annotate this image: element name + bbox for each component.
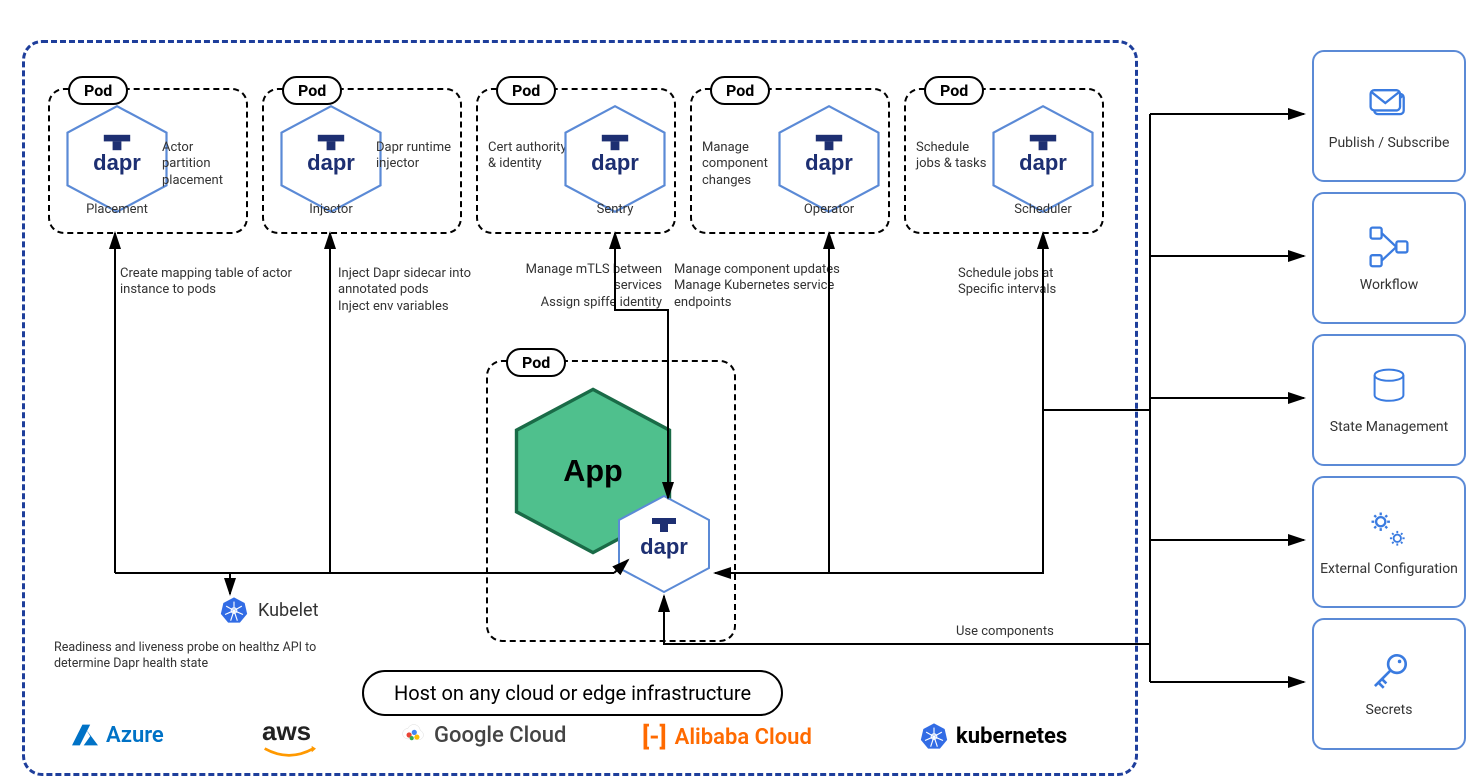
- svg-text:App: App: [563, 454, 622, 488]
- svc-pubsub: Publish / Subscribe: [1312, 50, 1466, 182]
- svg-text:dapr: dapr: [640, 534, 688, 559]
- svc-label: Secrets: [1360, 702, 1419, 719]
- logo-azure-text: Azure: [106, 723, 164, 748]
- arrow-label-scheduler: Schedule jobs at Specific intervals: [958, 266, 1098, 299]
- arrow-label-operator: Manage component updates Manage Kubernet…: [674, 262, 844, 311]
- hex-caption-scheduler: Scheduler: [988, 202, 1098, 217]
- svc-label: State Management: [1324, 419, 1454, 436]
- pod-desc-placement: Actor partition placement: [162, 140, 242, 189]
- logo-aws-text: aws: [262, 716, 311, 747]
- pod-badge: Pod: [496, 76, 556, 105]
- arrow-label-placement: Create mapping table of actor instance t…: [120, 266, 300, 299]
- svc-config: External Configuration: [1312, 476, 1466, 608]
- azure-icon: [72, 722, 98, 748]
- svg-text:dapr: dapr: [591, 150, 639, 175]
- dapr-hex-sentry: dapr: [560, 104, 670, 214]
- pod-desc-operator: Manage component changes: [702, 140, 782, 189]
- hex-caption-injector: Injector: [276, 202, 386, 217]
- pod-badge: Pod: [282, 76, 342, 105]
- svg-text:dapr: dapr: [1019, 150, 1067, 175]
- dapr-hex-placement: dapr: [62, 104, 172, 214]
- svc-label: External Configuration: [1314, 561, 1464, 578]
- pod-badge: Pod: [68, 76, 128, 105]
- gears-icon: [1366, 507, 1412, 553]
- svg-text:dapr: dapr: [805, 150, 853, 175]
- hex-caption-placement: Placement: [62, 202, 172, 217]
- dapr-hex-injector: dapr: [276, 104, 386, 214]
- svc-secrets: Secrets: [1312, 618, 1466, 750]
- svg-text:dapr: dapr: [307, 150, 355, 175]
- logo-alibaba-text: Alibaba Cloud: [675, 725, 812, 750]
- svc-label: Publish / Subscribe: [1323, 135, 1456, 152]
- aws-smile-icon: [262, 744, 316, 764]
- logo-aws: aws: [262, 716, 311, 747]
- pod-badge: Pod: [924, 76, 984, 105]
- svc-state: State Management: [1312, 334, 1466, 466]
- arrow-label-injector: Inject Dapr sidecar into annotated pods …: [338, 266, 508, 315]
- database-icon: [1369, 365, 1409, 411]
- svc-label: Workflow: [1354, 277, 1425, 294]
- logo-gcp-text: Google Cloud: [434, 723, 566, 748]
- kubernetes-icon: [220, 596, 248, 624]
- kubelet-label: Kubelet: [258, 600, 318, 621]
- host-capsule: Host on any cloud or edge infrastructure: [362, 670, 783, 716]
- envelope-icon: [1366, 81, 1412, 127]
- workflow-icon: [1366, 223, 1412, 269]
- kubelet-note: Readiness and liveness probe on healthz …: [54, 640, 364, 671]
- pod-badge: Pod: [506, 348, 566, 377]
- kubelet: Kubelet: [220, 596, 318, 624]
- pod-badge: Pod: [710, 76, 770, 105]
- key-icon: [1367, 650, 1411, 694]
- hex-caption-sentry: Sentry: [560, 202, 670, 217]
- dapr-hex-scheduler: dapr: [988, 104, 1098, 214]
- dapr-sidecar-hex: dapr: [614, 494, 714, 594]
- logo-azure: Azure: [72, 722, 164, 748]
- gcp-icon: [400, 722, 426, 748]
- logo-kubernetes-text: kubernetes: [956, 724, 1067, 749]
- use-components-label: Use components: [956, 624, 1116, 640]
- hex-caption-operator: Operator: [774, 202, 884, 217]
- svc-workflow: Workflow: [1312, 192, 1466, 324]
- pod-desc-injector: Dapr runtime injector: [376, 140, 456, 173]
- arrow-label-sentry: Manage mTLS between services Assign spif…: [522, 262, 662, 311]
- kubernetes-icon: [920, 722, 948, 750]
- logo-gcp: Google Cloud: [400, 722, 566, 748]
- pod-desc-sentry: Cert authority & identity: [488, 140, 568, 173]
- dapr-hex-operator: dapr: [774, 104, 884, 214]
- alibaba-bracket-icon: [-]: [642, 722, 667, 752]
- svg-text:dapr: dapr: [93, 150, 141, 175]
- logo-kubernetes: kubernetes: [920, 722, 1067, 750]
- logo-alibaba: [-] Alibaba Cloud: [642, 722, 812, 752]
- pod-desc-scheduler: Schedule jobs & tasks: [916, 140, 996, 173]
